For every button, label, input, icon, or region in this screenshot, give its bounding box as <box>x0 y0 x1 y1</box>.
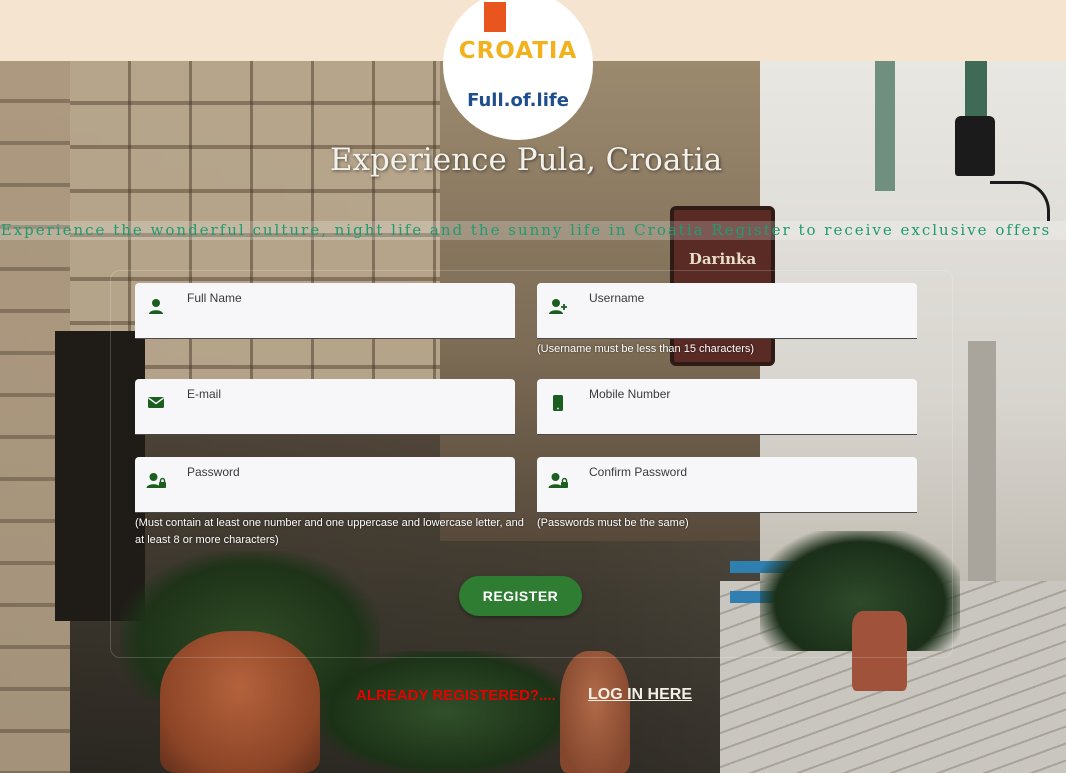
password-label: Password <box>187 465 240 479</box>
email-field[interactable]: E-mail <box>135 379 515 435</box>
add-person-icon <box>547 295 569 317</box>
tagline: Experience the wonderful culture, night … <box>0 221 1052 239</box>
email-input[interactable] <box>187 405 497 429</box>
envelope-icon <box>145 391 167 413</box>
logo-tagline: Full.of.life <box>467 90 569 111</box>
plant <box>320 651 570 773</box>
confirm-password-field[interactable]: Confirm Password <box>537 457 917 513</box>
already-registered-text: ALREADY REGISTERED?.... <box>356 687 556 704</box>
full-name-label: Full Name <box>187 291 242 305</box>
terracotta-pot <box>560 651 630 773</box>
green-shutter <box>965 61 987 121</box>
password-hint: (Must contain at least one number and on… <box>135 517 524 546</box>
confirm-password-label: Confirm Password <box>589 465 688 479</box>
username-hint: (Username must be less than 15 character… <box>537 343 755 355</box>
person-lock-icon <box>547 469 569 491</box>
full-name-input[interactable] <box>187 309 497 333</box>
password-input[interactable] <box>187 483 497 507</box>
username-label: Username <box>589 291 645 305</box>
full-name-field[interactable]: Full Name <box>135 283 515 339</box>
email-label: E-mail <box>187 387 222 401</box>
logo-flag-icon <box>484 2 506 32</box>
password-field[interactable]: Password <box>135 457 515 513</box>
person-icon <box>145 295 167 317</box>
login-link[interactable]: LOG IN HERE <box>588 686 692 704</box>
person-lock-icon <box>145 469 167 491</box>
mobile-phone-icon <box>547 391 569 413</box>
mobile-number-label: Mobile Number <box>589 387 671 401</box>
mobile-number-input[interactable] <box>589 405 899 429</box>
page-title: Experience Pula, Croatia <box>329 142 723 178</box>
username-input[interactable] <box>589 309 899 333</box>
logo-brand-text: CROATIA <box>458 38 578 64</box>
confirm-password-input[interactable] <box>589 483 899 507</box>
confirm-password-hint: (Passwords must be the same) <box>537 517 689 529</box>
register-button[interactable]: REGISTER <box>459 576 582 616</box>
username-field[interactable]: Username <box>537 283 917 339</box>
mobile-number-field[interactable]: Mobile Number <box>537 379 917 435</box>
